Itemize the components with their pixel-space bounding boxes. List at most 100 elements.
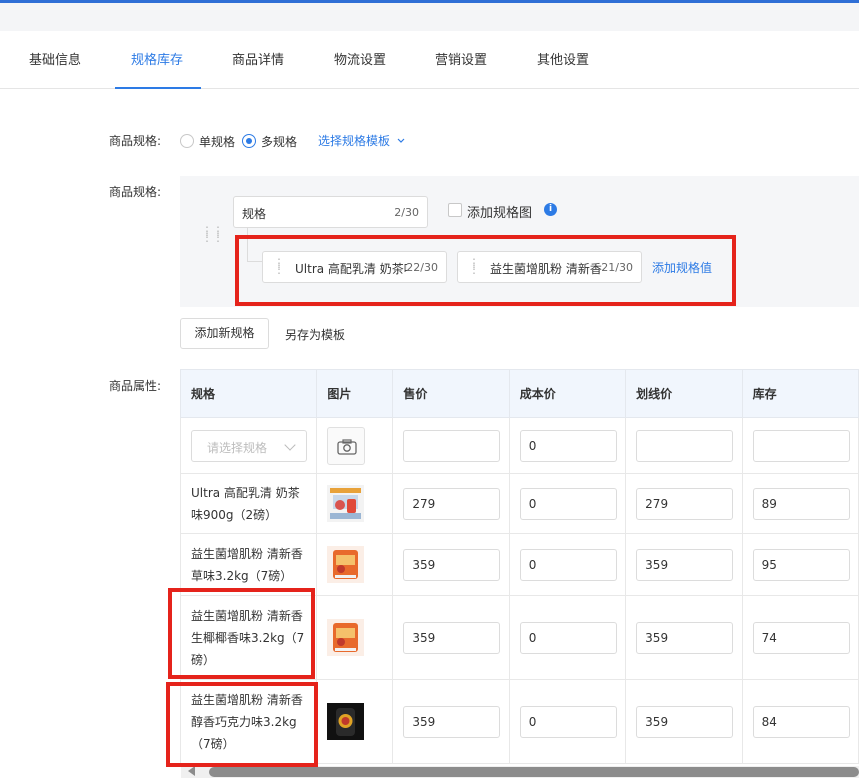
spec-name: 益生菌增肌粉 清新香草味3.2kg（7磅） xyxy=(191,546,303,583)
drag-handle-icon[interactable]: ⋮⋮ ⋮⋮ xyxy=(201,225,224,243)
image-cell xyxy=(316,595,394,680)
spec-group-name-input[interactable]: 规格 2/30 xyxy=(233,196,428,228)
spec-name: Ultra 高配乳清 奶茶味900g（2磅） xyxy=(191,485,300,522)
tab-bar: 基础信息 规格库存 商品详情 物流设置 营销设置 其他设置 xyxy=(0,31,859,89)
stock-input[interactable]: 89 xyxy=(752,487,850,520)
column-header-image: 图片 xyxy=(316,369,394,418)
list-price-cell: 359 xyxy=(625,595,743,680)
list-price-input[interactable]: 359 xyxy=(636,705,734,738)
image-cell xyxy=(316,679,394,764)
image-cell xyxy=(316,473,394,534)
stock-input[interactable]: 74 xyxy=(752,621,850,654)
price-cell: 359 xyxy=(392,595,510,680)
table-row: 益生菌增肌粉 清新香草味3.2kg（7磅） 359 0 359 95 xyxy=(179,533,859,596)
active-tab-indicator xyxy=(115,87,201,89)
cost-input[interactable]: 0 xyxy=(519,705,617,738)
tab-marketing[interactable]: 营销设置 xyxy=(435,49,487,68)
list-price-input[interactable]: 359 xyxy=(636,548,734,581)
table-row: 益生菌增肌粉 清新香生椰椰香味3.2kg（7磅） 359 0 359 74 xyxy=(179,595,859,680)
column-header-stock: 库存 xyxy=(741,369,859,418)
scroll-left-arrow-icon[interactable] xyxy=(188,766,195,776)
spec-editor-panel: ⋮⋮ ⋮⋮ 规格 2/30 添加规格图 i ⋮ ⋮ Ultra 高配乳清 奶茶味 2… xyxy=(180,176,859,307)
add-spec-image-label[interactable]: 添加规格图 xyxy=(467,202,532,221)
add-new-spec-button[interactable]: 添加新规格 xyxy=(180,318,269,349)
price-cell: 359 xyxy=(392,679,510,764)
cost-cell: 0 xyxy=(508,533,627,596)
attributes-label: 商品属性: xyxy=(109,379,162,393)
product-image xyxy=(327,485,365,522)
tree-connector xyxy=(247,261,262,262)
batch-price-input[interactable] xyxy=(403,429,501,462)
product-thumbnail[interactable] xyxy=(327,546,365,583)
product-image xyxy=(327,546,365,583)
stock-input[interactable]: 95 xyxy=(752,548,850,581)
batch-stock-input[interactable] xyxy=(752,429,850,462)
radio-single-spec-label[interactable]: 单规格 xyxy=(199,133,235,150)
select-spec-template-label: 选择规格模板 xyxy=(318,134,391,148)
cost-cell: 0 xyxy=(508,679,627,764)
product-thumbnail[interactable] xyxy=(327,619,365,656)
stock-cell: 89 xyxy=(741,473,859,534)
tab-product-detail[interactable]: 商品详情 xyxy=(232,49,284,68)
tab-spec-stock[interactable]: 规格库存 xyxy=(131,49,183,68)
cost-input[interactable]: 0 xyxy=(519,621,617,654)
tab-logistics[interactable]: 物流设置 xyxy=(334,49,386,68)
radio-single-spec[interactable] xyxy=(180,134,194,148)
column-header-spec: 规格 xyxy=(179,369,318,418)
price-input[interactable]: 359 xyxy=(403,621,501,654)
price-input[interactable]: 359 xyxy=(403,705,501,738)
stock-cell: 74 xyxy=(741,595,859,680)
drag-handle-icon[interactable]: ⋮ ⋮ xyxy=(273,257,285,275)
stock-cell: 84 xyxy=(741,679,859,764)
table-header-row: 规格 图片 售价 成本价 划线价 库存 xyxy=(179,369,859,418)
select-spec-template-link[interactable]: 选择规格模板 xyxy=(318,132,406,149)
cost-input[interactable]: 0 xyxy=(519,487,617,520)
batch-list-price-input[interactable] xyxy=(636,429,734,462)
horizontal-scrollbar-thumb[interactable] xyxy=(209,767,859,777)
spec-value-input[interactable]: ⋮ ⋮ 益生菌增肌粉 清新香 21/30 xyxy=(457,251,642,283)
product-image xyxy=(327,703,365,740)
drag-handle-icon[interactable]: ⋮ ⋮ xyxy=(468,257,480,275)
column-header-cost: 成本价 xyxy=(508,369,627,418)
info-icon[interactable]: i xyxy=(544,203,557,216)
batch-cost-input[interactable]: 0 xyxy=(519,429,617,462)
list-price-cell: 279 xyxy=(625,473,743,534)
tab-basic-info[interactable]: 基础信息 xyxy=(29,49,81,68)
spec-cell: 益生菌增肌粉 清新香生椰椰香味3.2kg（7磅） xyxy=(179,595,318,680)
chevron-down-icon xyxy=(397,138,405,143)
table-row: Ultra 高配乳清 奶茶味900g（2磅） 279 0 279 89 xyxy=(179,473,859,534)
radio-multi-spec[interactable] xyxy=(242,134,256,148)
product-thumbnail[interactable] xyxy=(327,485,365,522)
spec-editor-label: 商品规格: xyxy=(109,185,162,199)
batch-stock-cell xyxy=(741,417,859,474)
radio-multi-spec-label[interactable]: 多规格 xyxy=(261,133,297,150)
batch-price-cell xyxy=(392,417,510,474)
list-price-input[interactable]: 279 xyxy=(636,487,734,520)
price-input[interactable]: 359 xyxy=(403,548,501,581)
upload-image-button[interactable] xyxy=(327,426,366,465)
spec-type-label: 商品规格: xyxy=(109,134,162,148)
column-header-price: 售价 xyxy=(392,369,510,418)
stock-input[interactable]: 84 xyxy=(752,705,850,738)
spec-group-name-value: 规格 xyxy=(242,207,267,221)
batch-list-price-cell xyxy=(625,417,743,474)
spec-name: 益生菌增肌粉 清新香醇香巧克力味3.2kg（7磅） xyxy=(191,692,303,751)
chevron-down-icon xyxy=(284,438,296,451)
add-spec-value-link[interactable]: 添加规格值 xyxy=(652,259,712,276)
add-spec-image-checkbox[interactable] xyxy=(448,203,462,217)
tab-other-settings[interactable]: 其他设置 xyxy=(537,49,589,68)
spec-name: 益生菌增肌粉 清新香生椰椰香味3.2kg（7磅） xyxy=(191,608,305,667)
list-price-input[interactable]: 359 xyxy=(636,621,734,654)
product-thumbnail[interactable] xyxy=(327,703,365,740)
save-as-template-button[interactable]: 另存为模板 xyxy=(285,326,345,343)
price-input[interactable]: 279 xyxy=(403,487,501,520)
spec-cell: 益生菌增肌粉 清新香草味3.2kg（7磅） xyxy=(179,533,318,596)
batch-spec-select[interactable]: 请选择规格 xyxy=(191,429,307,462)
list-price-cell: 359 xyxy=(625,533,743,596)
spec-group-name-counter: 2/30 xyxy=(394,206,419,219)
price-cell: 279 xyxy=(392,473,510,534)
image-cell xyxy=(316,533,394,596)
camera-icon xyxy=(337,438,357,455)
spec-value-input[interactable]: ⋮ ⋮ Ultra 高配乳清 奶茶味 22/30 xyxy=(262,251,447,283)
cost-input[interactable]: 0 xyxy=(519,548,617,581)
